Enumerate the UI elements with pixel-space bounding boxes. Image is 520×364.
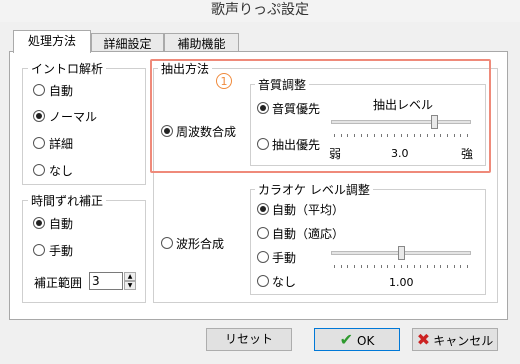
karaoke-none-radio[interactable] — [257, 275, 269, 287]
timing-auto-radio[interactable] — [33, 217, 45, 229]
correction-range-input[interactable]: 3 — [89, 272, 123, 290]
karaoke-auto-adaptive-radio[interactable] — [257, 227, 269, 239]
slider-tick — [367, 265, 368, 268]
karaoke-manual-label: 手動 — [272, 251, 297, 265]
waveform-synthesis-radio[interactable] — [161, 237, 173, 249]
tab-support-functions[interactable]: 補助機能 — [164, 33, 239, 53]
reset-button[interactable]: リセット — [206, 328, 292, 351]
ok-button-label: OK — [357, 334, 375, 348]
annotation-marker: 1 — [216, 73, 232, 89]
karaoke-level-title: カラオケ レベル調整 — [255, 181, 373, 198]
slider-tick — [394, 265, 395, 268]
waveform-synthesis-label: 波形合成 — [176, 237, 225, 251]
karaoke-level-thumb[interactable] — [398, 246, 405, 260]
karaoke-auto-average-radio[interactable] — [257, 203, 269, 215]
karaoke-none-label: なし — [272, 275, 297, 289]
slider-tick — [341, 265, 342, 268]
tab-processing-method[interactable]: 処理方法 — [13, 30, 91, 53]
intro-detail-label: 詳細 — [49, 137, 74, 151]
window-title: 歌声りっぷ設定 — [0, 0, 520, 22]
intro-auto-label: 自動 — [49, 84, 74, 98]
slider-tick — [361, 265, 362, 268]
slider-tick — [440, 265, 441, 268]
timing-manual-radio[interactable] — [33, 244, 45, 256]
highlight-box — [150, 59, 491, 173]
slider-tick — [447, 265, 448, 268]
slider-tick — [347, 265, 348, 268]
timing-auto-label: 自動 — [49, 217, 74, 231]
karaoke-auto-average-label: 自動（平均） — [272, 203, 345, 217]
slider-tick — [381, 265, 382, 268]
slider-tick — [387, 265, 388, 268]
karaoke-manual-radio[interactable] — [257, 251, 269, 263]
cancel-x-icon: ✖ — [416, 330, 431, 349]
intro-none-label: なし — [49, 164, 74, 178]
ok-button[interactable]: ✔ OK — [314, 328, 400, 351]
spin-up-icon[interactable]: ▲ — [124, 272, 136, 281]
slider-tick — [467, 265, 468, 268]
intro-auto-radio[interactable] — [33, 84, 45, 96]
slider-tick — [460, 265, 461, 268]
slider-tick — [401, 265, 402, 268]
timing-correction-title: 時間ずれ補正 — [28, 192, 107, 209]
slider-tick — [334, 265, 335, 268]
slider-tick — [354, 265, 355, 268]
intro-normal-radio[interactable] — [33, 110, 45, 122]
karaoke-level-slider[interactable] — [331, 245, 471, 273]
intro-none-radio[interactable] — [33, 164, 45, 176]
slider-tick — [407, 265, 408, 268]
karaoke-level-value: 1.00 — [389, 276, 414, 289]
intro-detail-radio[interactable] — [33, 137, 45, 149]
tab-detail-settings[interactable]: 詳細設定 — [91, 33, 164, 53]
intro-analysis-title: イントロ解析 — [28, 60, 107, 77]
slider-tick — [374, 265, 375, 268]
spin-down-icon[interactable]: ▼ — [124, 281, 136, 290]
cancel-button-label: キャンセル — [433, 334, 494, 348]
cancel-button[interactable]: ✖ キャンセル — [412, 328, 498, 351]
intro-normal-label: ノーマル — [49, 110, 98, 124]
slider-tick — [420, 265, 421, 268]
timing-manual-label: 手動 — [49, 244, 74, 258]
slider-tick — [454, 265, 455, 268]
checkmark-icon: ✔ — [339, 330, 354, 349]
slider-tick — [427, 265, 428, 268]
slider-tick — [434, 265, 435, 268]
correction-range-label: 補正範囲 — [34, 276, 83, 290]
slider-tick — [414, 265, 415, 268]
karaoke-auto-adaptive-label: 自動（適応） — [272, 227, 345, 241]
